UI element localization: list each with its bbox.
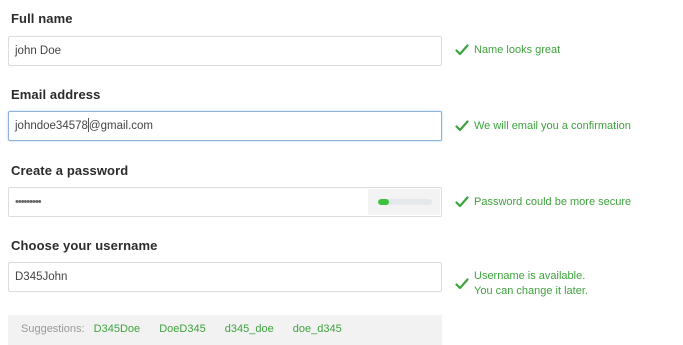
strength-track: [378, 199, 432, 205]
checkmark-icon: [455, 278, 469, 290]
username-suggestions: Suggestions: D345Doe DoeD345 d345_doe do…: [8, 315, 442, 345]
suggestions-label: Suggestions:: [21, 323, 85, 335]
username-hint-line-1: Username is available.: [474, 270, 586, 282]
checkmark-icon: [455, 120, 469, 132]
strength-fill: [378, 199, 389, 205]
full-name-input[interactable]: john Doe: [8, 36, 442, 66]
suggestion-link[interactable]: DoeD345: [159, 323, 205, 335]
checkmark-icon: [455, 196, 469, 208]
full-name-hint-text: Name looks great: [474, 44, 561, 56]
password-hint-text: Password could be more secure: [474, 196, 632, 208]
username-hint: Username is available. You can change it …: [455, 269, 588, 299]
username-hint-lines: Username is available. You can change it …: [474, 269, 588, 299]
full-name-value: john Doe: [15, 45, 62, 57]
email-label: Email address: [11, 87, 101, 102]
suggestion-link[interactable]: d345_doe: [225, 323, 274, 335]
password-input[interactable]: •••••••••: [8, 187, 442, 217]
password-strength-meter: [368, 189, 440, 215]
password-label: Create a password: [11, 163, 129, 178]
email-hint-text: We will email you a confirmation: [474, 120, 631, 132]
email-value-after-caret: @gmail.com: [88, 120, 153, 132]
email-value: johndoe34578@gmail.com: [15, 112, 153, 140]
email-hint: We will email you a confirmation: [455, 119, 631, 134]
username-value: D345John: [15, 271, 68, 283]
email-input[interactable]: johndoe34578@gmail.com: [8, 111, 442, 141]
password-hint: Password could be more secure: [455, 195, 631, 210]
checkmark-icon: [455, 44, 469, 56]
username-input[interactable]: D345John: [8, 262, 442, 292]
suggestion-link[interactable]: doe_d345: [293, 323, 342, 335]
full-name-hint: Name looks great: [455, 43, 560, 58]
password-masked-value: •••••••••: [15, 196, 42, 208]
suggestion-link[interactable]: D345Doe: [94, 323, 140, 335]
username-label: Choose your username: [11, 238, 158, 253]
email-value-before-caret: johndoe34578: [15, 120, 88, 132]
username-hint-line-2: You can change it later.: [474, 285, 588, 297]
full-name-label: Full name: [11, 11, 73, 26]
